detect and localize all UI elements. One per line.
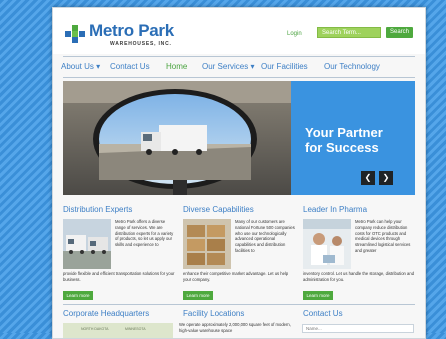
search-button[interactable]: Search [386, 27, 413, 38]
divider [63, 77, 415, 78]
nav-our-services[interactable]: Our Services ▾ [202, 62, 254, 71]
feature-title[interactable]: Distribution Experts [63, 205, 175, 214]
next-slide-button[interactable]: ❯ [379, 171, 393, 185]
feature-text-continued: enhance their competitive market advanta… [183, 271, 289, 282]
nav-home[interactable]: Home [166, 62, 187, 71]
feature-distribution-experts: Distribution Experts Metro Park offers a… [63, 205, 175, 300]
logo-tagline: WAREHOUSES, INC. [110, 41, 172, 47]
logo-title[interactable]: Metro Park [89, 21, 174, 41]
hero-mirror-truck-image [63, 81, 291, 195]
feature-text: Metro Park can help your company reduce … [355, 219, 411, 253]
learn-more-button[interactable]: Learn more [183, 291, 213, 300]
corporate-headquarters-title: Corporate Headquarters [63, 309, 150, 318]
hero-title: Your Partner for Success [305, 125, 383, 155]
map-label: MINNESOTA [125, 327, 146, 331]
hero-panel: Your Partner for Success ❮ ❯ [291, 81, 415, 195]
nav-our-technology[interactable]: Our Technology [324, 62, 380, 71]
login-link[interactable]: Login [287, 31, 302, 37]
feature-text-continued: provide flexible and efficient transport… [63, 271, 175, 282]
pharma-staff-image [303, 219, 351, 269]
divider [63, 304, 415, 305]
logo-icon [65, 25, 85, 43]
warehouse-boxes-image [183, 219, 231, 269]
map-label: NORTH DAKOTA [81, 327, 109, 331]
name-field[interactable]: Name... [302, 324, 414, 333]
feature-text: Metro Park offers a diverse range of ser… [115, 219, 174, 248]
nav-about-us[interactable]: About Us ▾ [61, 62, 100, 71]
feature-title[interactable]: Diverse Capabilities [183, 205, 295, 214]
facility-locations-title: Facility Locations [183, 309, 245, 318]
facility-locations-text: We operate approximately 2,000,000 squar… [179, 322, 291, 333]
feature-diverse-capabilities: Diverse Capabilities Many of our custome… [183, 205, 295, 300]
main-nav: About Us ▾ Contact Us Home Our Services … [59, 62, 421, 74]
nav-contact-us[interactable]: Contact Us [110, 62, 150, 71]
nav-our-facilities[interactable]: Our Facilities [261, 62, 308, 71]
hero-title-line1: Your Partner [305, 125, 383, 140]
feature-leader-in-pharma: Leader In Pharma Metro Park can help you… [303, 205, 415, 300]
feature-title[interactable]: Leader In Pharma [303, 205, 415, 214]
learn-more-button[interactable]: Learn more [303, 291, 333, 300]
hero-slider: Your Partner for Success ❮ ❯ [63, 81, 415, 195]
website-page: Metro Park WAREHOUSES, INC. Login Search… [52, 7, 426, 339]
learn-more-button[interactable]: Learn more [63, 291, 93, 300]
header: Metro Park WAREHOUSES, INC. Login Search… [53, 8, 425, 54]
contact-us-title: Contact Us [303, 309, 343, 318]
headquarters-map[interactable]: NORTH DAKOTA MINNESOTA [63, 323, 173, 338]
feature-text-continued: inventory control. Let us handle the sto… [303, 271, 415, 282]
prev-slide-button[interactable]: ❮ [361, 171, 375, 185]
trucks-image [63, 219, 111, 269]
divider [63, 56, 415, 57]
feature-text: Many of our customers are national Fortu… [235, 219, 295, 253]
search-input[interactable]: Search Term... [317, 27, 381, 38]
hero-title-line2: for Success [305, 140, 379, 155]
